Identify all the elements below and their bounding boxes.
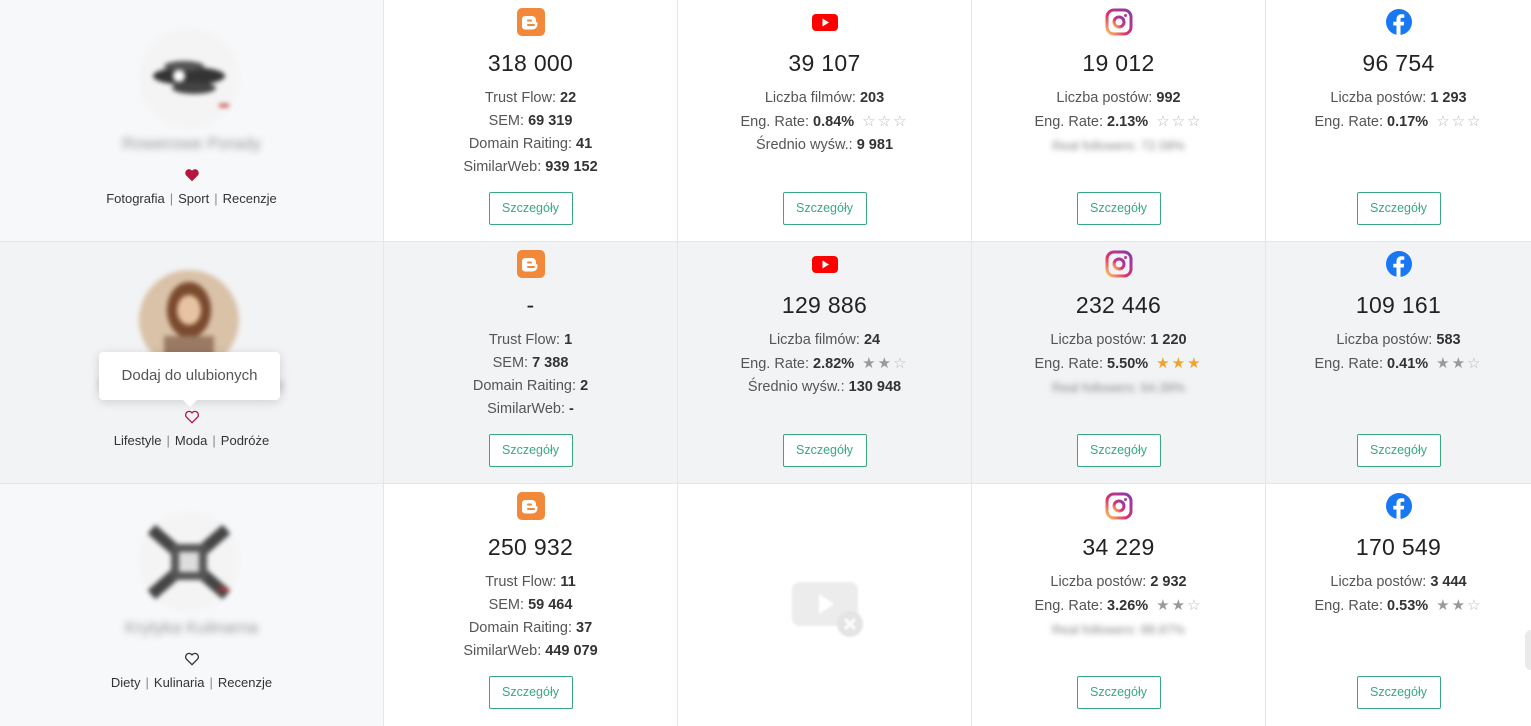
blog-cell: - Trust Flow: 1 SEM: 7 388 Domain Raitin… [383, 242, 677, 483]
table-row: Rowerowe Porady Fotografia | Sport | Recenzj… [0, 0, 1531, 242]
instagram-icon [1105, 8, 1132, 36]
instagram-cell: 19 012 Liczba postów: 992 Eng. Rate: 2.1… [971, 0, 1265, 241]
instagram-stats: Liczba postów: 992 Eng. Rate: 2.13% ☆☆☆ R… [1034, 90, 1203, 153]
youtube-cell: 39 107 Liczba filmów: 203 Eng. Rate: 0.8… [677, 0, 971, 241]
category-item[interactable]: Podróże [221, 433, 269, 448]
details-button[interactable]: Szczegóły [488, 192, 573, 225]
details-button[interactable]: Szczegóły [488, 676, 573, 709]
details-button[interactable]: Szczegóły [1356, 434, 1441, 467]
instagram-followers: 34 229 [1082, 534, 1155, 560]
youtube-subscribers: 129 886 [781, 292, 868, 318]
youtube-subscribers: 39 107 [788, 50, 861, 76]
profile-name[interactable]: Rowerowe Porady [0, 134, 383, 154]
facebook-stats: Liczba postów: 1 293 Eng. Rate: 0.17% ☆☆☆ [1266, 87, 1531, 134]
table-row: Krytyka Kulinarna Diety | Kulinaria | Recenz… [0, 484, 1531, 726]
blog-stats: Trust Flow: 1 SEM: 7 388 Domain Raiting:… [472, 332, 589, 417]
blog-cell: 250 932 Trust Flow: 11 SEM: 59 464 Domai… [383, 484, 677, 726]
rating-stars: ☆☆☆ [1436, 113, 1483, 130]
instagram-followers: 19 012 [1082, 50, 1155, 76]
heart-icon[interactable] [184, 168, 199, 186]
profile-cell: Rowerowe Porady Fotografia | Sport | Recenzj… [0, 0, 383, 241]
instagram-icon [1105, 250, 1132, 278]
category-list: Diety | Kulinaria | Recenzje [110, 675, 273, 690]
youtube-cell: 129 886 Liczba filmów: 24 Eng. Rate: 2.8… [677, 242, 971, 483]
blog-followers: 318 000 [487, 50, 574, 76]
facebook-stats: Liczba postów: 583 Eng. Rate: 0.41% ★★☆ [1266, 329, 1531, 376]
details-button[interactable]: Szczegóły [488, 434, 573, 467]
instagram-stats: Liczba postów: 2 932 Eng. Rate: 3.26% ★★☆… [1034, 574, 1203, 637]
instagram-cell: 232 446 Liczba postów: 1 220 Eng. Rate: … [971, 242, 1265, 483]
rating-stars: ★★☆ [1436, 355, 1483, 372]
blogger-icon [516, 250, 545, 278]
category-list: Fotografia | Sport | Recenzje [106, 191, 277, 206]
youtube-icon [811, 14, 838, 31]
facebook-icon [1385, 493, 1412, 519]
youtube-icon [811, 256, 838, 273]
blog-cell: 318 000 Trust Flow: 22 SEM: 69 319 Domai… [383, 0, 677, 241]
avatar[interactable] [139, 28, 239, 128]
facebook-stats: Liczba postów: 3 444 Eng. Rate: 0.53% ★★☆ [1266, 571, 1531, 618]
category-item[interactable]: Diety [111, 675, 141, 690]
rating-stars: ☆☆☆ [1156, 113, 1203, 130]
category-item[interactable]: Sport [178, 191, 209, 206]
blog-followers: 250 932 [487, 534, 574, 560]
heart-icon[interactable] [184, 410, 200, 428]
rating-stars: ☆☆☆ [862, 113, 909, 130]
facebook-followers: 96 754 [1362, 50, 1435, 76]
instagram-stats: Liczba postów: 1 220 Eng. Rate: 5.50% ★★★… [1034, 332, 1203, 395]
heart-icon[interactable] [184, 652, 200, 670]
details-button[interactable]: Szczegóły [1076, 676, 1161, 709]
category-list: Lifestyle | Moda | Podróże [113, 433, 270, 448]
category-item[interactable]: Lifestyle [114, 433, 162, 448]
profile-name[interactable]: Krytyka Kulinarna [0, 618, 383, 638]
facebook-followers: 109 161 [1355, 292, 1442, 318]
blog-stats: Trust Flow: 22 SEM: 69 319 Domain Raitin… [463, 90, 598, 175]
category-item[interactable]: Recenzje [218, 675, 272, 690]
youtube-cell-empty [677, 484, 971, 726]
profile-cell: Krytyka Kulinarna Diety | Kulinaria | Recenz… [0, 484, 383, 726]
details-button[interactable]: Szczegóły [1356, 192, 1441, 225]
blogger-icon [516, 8, 545, 36]
facebook-cell: 96 754 Liczba postów: 1 293 Eng. Rate: 0… [1265, 0, 1531, 241]
blog-followers: - [526, 292, 535, 318]
no-video-icon [792, 582, 863, 637]
facebook-icon [1385, 251, 1412, 277]
rating-stars: ★★☆ [1436, 597, 1483, 614]
details-button[interactable]: Szczegóły [782, 434, 867, 467]
category-item[interactable]: Moda [175, 433, 208, 448]
youtube-stats: Liczba filmów: 24 Eng. Rate: 2.82% ★★☆ Śr… [740, 332, 909, 395]
rating-stars: ★★☆ [1156, 597, 1203, 614]
details-button[interactable]: Szczegóły [1076, 434, 1161, 467]
facebook-icon [1385, 9, 1412, 35]
facebook-cell: 170 549 Liczba postów: 3 444 Eng. Rate: … [1265, 484, 1531, 726]
favorite-tooltip: Dodaj do ulubionych [99, 352, 280, 407]
details-button[interactable]: Szczegóły [782, 192, 867, 225]
details-button[interactable]: Szczegóły [1356, 676, 1441, 709]
category-item[interactable]: Recenzje [223, 191, 277, 206]
influencer-table: Rowerowe Porady Fotografia | Sport | Recenzj… [0, 0, 1531, 726]
youtube-stats: Liczba filmów: 203 Eng. Rate: 0.84% ☆☆☆ Ś… [740, 90, 909, 153]
facebook-followers: 170 549 [1355, 534, 1442, 560]
facebook-cell: 109 161 Liczba postów: 583 Eng. Rate: 0.… [1265, 242, 1531, 483]
blogger-icon [516, 492, 545, 520]
blog-stats: Trust Flow: 11 SEM: 59 464 Domain Raitin… [463, 574, 598, 659]
scroll-handle[interactable] [1525, 630, 1531, 670]
instagram-cell: 34 229 Liczba postów: 2 932 Eng. Rate: 3… [971, 484, 1265, 726]
details-button[interactable]: Szczegóły [1076, 192, 1161, 225]
avatar[interactable] [139, 512, 239, 612]
rating-stars: ★★☆ [862, 355, 909, 372]
category-item[interactable]: Kulinaria [154, 675, 205, 690]
instagram-icon [1105, 492, 1132, 520]
rating-stars: ★★★ [1156, 355, 1203, 372]
category-item[interactable]: Fotografia [106, 191, 165, 206]
instagram-followers: 232 446 [1075, 292, 1162, 318]
